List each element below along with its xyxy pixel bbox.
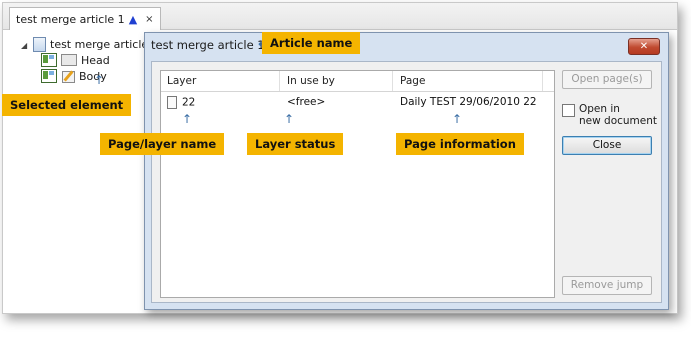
tab-title: test merge article 1 (16, 12, 125, 26)
tab-close-icon[interactable]: × (145, 14, 153, 25)
dialog-body: Layer In use by Page 22 <free> Daily TES… (151, 61, 662, 303)
close-button[interactable]: Close (562, 136, 652, 155)
arrow-up-icon: ↑ (182, 112, 193, 126)
arrow-up-icon: ↑ (452, 112, 463, 126)
list-header: Layer In use by Page (161, 71, 554, 92)
page-cell: Daily TEST 29/06/2010 22 (400, 96, 537, 108)
remove-jump-button[interactable]: Remove jump (562, 276, 652, 295)
tab-article[interactable]: test merge article 1 ▲ × (9, 7, 161, 30)
arrow-up-icon: ↑ (94, 73, 105, 87)
triangle-icon: ▲ (128, 12, 138, 26)
column-separator[interactable] (542, 71, 543, 91)
document-icon (33, 37, 46, 52)
layer-dialog: test merge article 1 ✕ Layer In use by P… (144, 32, 669, 310)
open-pages-button[interactable]: Open page(s) (562, 70, 652, 89)
tree-item-head[interactable]: Head (41, 53, 110, 67)
frame-icon (61, 54, 77, 66)
layer-value: 22 (182, 96, 196, 109)
open-in-new-document-label: Open in new document (579, 103, 657, 127)
arrow-up-icon: ↑ (284, 112, 295, 126)
open-in-label-line1: Open in (579, 103, 620, 115)
in-use-by-cell: <free> (287, 96, 326, 108)
column-header-page[interactable]: Page (400, 75, 425, 87)
callout-article-name: Article name (262, 32, 361, 54)
tree-item-head-label: Head (81, 53, 110, 67)
layout-icon (41, 69, 57, 83)
edit-pen-icon (61, 70, 75, 83)
column-separator[interactable] (392, 71, 393, 91)
open-in-new-document-checkbox[interactable] (562, 104, 575, 117)
column-header-in-use-by[interactable]: In use by (287, 75, 335, 87)
collapse-icon[interactable]: ◢ (21, 41, 29, 50)
open-in-new-document-option[interactable]: Open in new document (562, 103, 657, 127)
dialog-title: test merge article 1 (151, 38, 265, 52)
dialog-close-button[interactable]: ✕ (628, 38, 660, 55)
callout-selected-element: Selected element (2, 94, 132, 116)
layer-cell: 22 (167, 96, 195, 109)
layer-list[interactable]: Layer In use by Page 22 <free> Daily TES… (160, 70, 555, 298)
tree-root-label: test merge article 1 (50, 38, 159, 51)
column-header-layer[interactable]: Layer (167, 75, 196, 87)
callout-layer-status: Layer status (247, 133, 344, 155)
callout-page-information: Page information (396, 133, 524, 155)
layout-icon (41, 53, 57, 67)
tab-bar: test merge article 1 ▲ × (3, 3, 677, 30)
open-in-label-line2: new document (579, 115, 658, 127)
page-icon (167, 96, 177, 109)
callout-page-layer-name: Page/layer name (100, 133, 225, 155)
column-separator[interactable] (279, 71, 280, 91)
tree-root[interactable]: ◢ test merge article 1 (21, 37, 159, 52)
